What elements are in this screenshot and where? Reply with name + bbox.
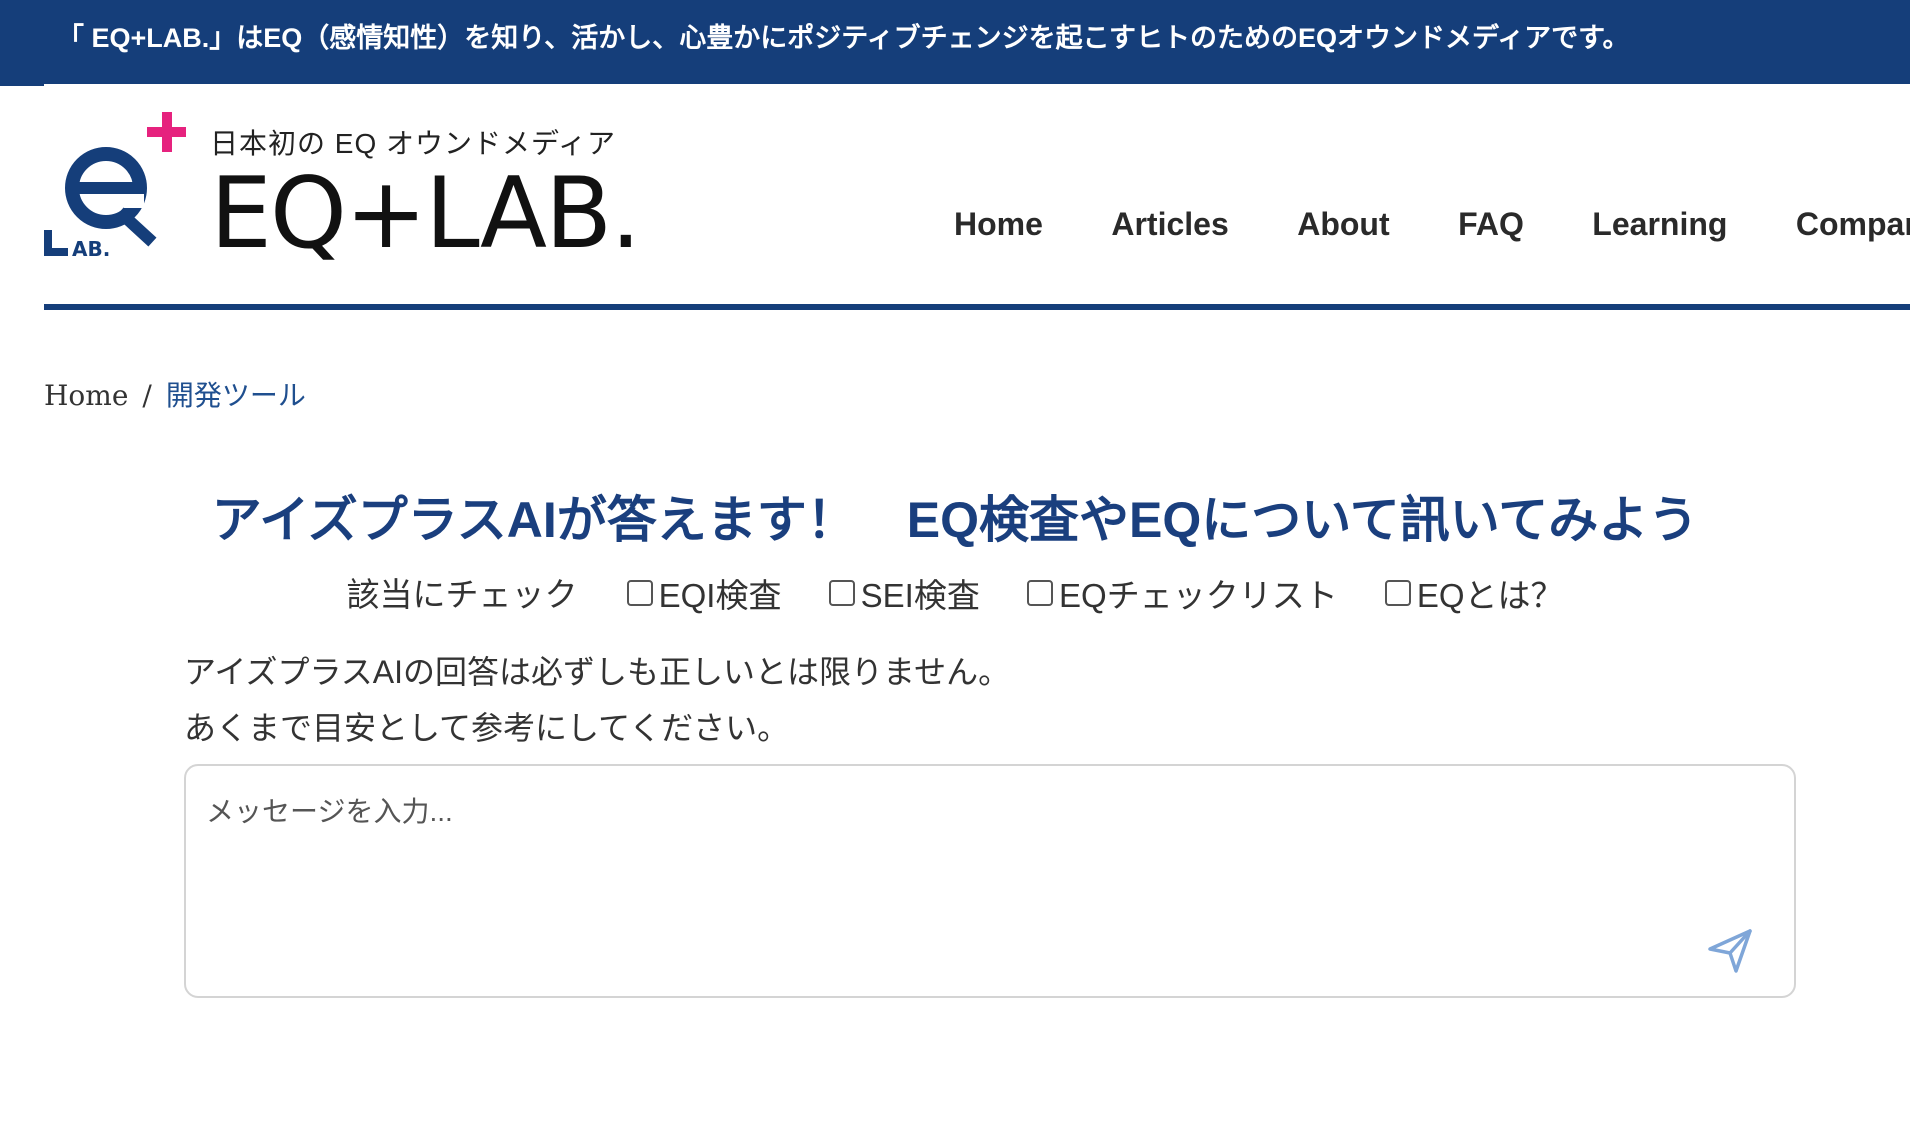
topic-checkbox-row: 該当にチェック EQI検査 SEI検査 EQチェックリスト EQとは？ <box>0 568 1910 617</box>
option-eq-checklist-label: EQチェックリスト <box>1059 577 1338 614</box>
nav-item-company[interactable]: Compar <box>1796 206 1910 243</box>
logo-name: EQ+LAB. <box>210 157 641 271</box>
breadcrumb: Home / 開発ツール <box>44 374 306 414</box>
option-sei-label: SEI検査 <box>860 577 980 614</box>
logo-tagline: 日本初の EQ オウンドメディア <box>210 128 617 159</box>
send-icon <box>1706 927 1754 978</box>
disclaimer-line-2: あくまで目安として参考にしてください。 <box>184 710 790 746</box>
chat-input-box <box>184 764 1796 998</box>
checkbox-what-is-eq[interactable] <box>1384 580 1411 606</box>
nav-item-about[interactable]: About <box>1297 206 1389 243</box>
message-input[interactable] <box>206 790 1686 970</box>
announcement-bar: 「 EQ+LAB.」はEQ（感情知性）を知り、活かし、心豊かにポジティブチェンジ… <box>0 0 1910 84</box>
checkbox-eq-checklist[interactable] <box>1027 580 1054 606</box>
option-sei[interactable]: SEI検査 <box>828 569 980 617</box>
nav-item-faq[interactable]: FAQ <box>1458 206 1524 243</box>
checkbox-eqi[interactable] <box>626 580 653 606</box>
send-button[interactable] <box>1702 924 1758 980</box>
site-logo-icon[interactable]: AB. <box>44 112 187 261</box>
ai-disclaimer: アイズプラスAIの回答は必ずしも正しいとは限りません。 あくまで目安として参考に… <box>184 644 1010 756</box>
breadcrumb-home-link[interactable]: Home <box>44 379 128 412</box>
option-eqi-label: EQI検査 <box>658 577 782 614</box>
option-what-is-eq[interactable]: EQとは？ <box>1384 569 1564 617</box>
site-logo[interactable]: 日本初の EQ オウンドメディア EQ+LAB. <box>210 122 641 271</box>
header-divider <box>44 304 1910 310</box>
option-eqi[interactable]: EQI検査 <box>626 569 782 617</box>
option-eq-checklist[interactable]: EQチェックリスト <box>1027 569 1338 617</box>
disclaimer-line-1: アイズプラスAIの回答は必ずしも正しいとは限りません。 <box>184 654 1011 690</box>
announcement-bar-lip <box>0 76 44 86</box>
nav-item-home[interactable]: Home <box>954 206 1043 243</box>
logo-mark-letters: AB. <box>72 237 110 256</box>
option-what-is-eq-label: EQとは？ <box>1416 577 1564 614</box>
breadcrumb-separator: / <box>142 379 152 412</box>
checkbox-row-label: 該当にチェック <box>346 576 578 613</box>
nav-item-learning[interactable]: Learning <box>1592 206 1727 243</box>
breadcrumb-current-link[interactable]: 開発ツール <box>166 379 306 412</box>
nav-item-articles[interactable]: Articles <box>1111 206 1228 243</box>
page-title: アイズプラスAIが答えます！ EQ検査やEQについて訊いてみよう <box>211 492 1699 548</box>
main-nav: Home Articles About FAQ Learning Compar <box>954 206 1910 254</box>
checkbox-sei[interactable] <box>828 580 855 606</box>
announcement-text: 「 EQ+LAB.」はEQ（感情知性）を知り、活かし、心豊かにポジティブチェンジ… <box>57 23 1630 53</box>
